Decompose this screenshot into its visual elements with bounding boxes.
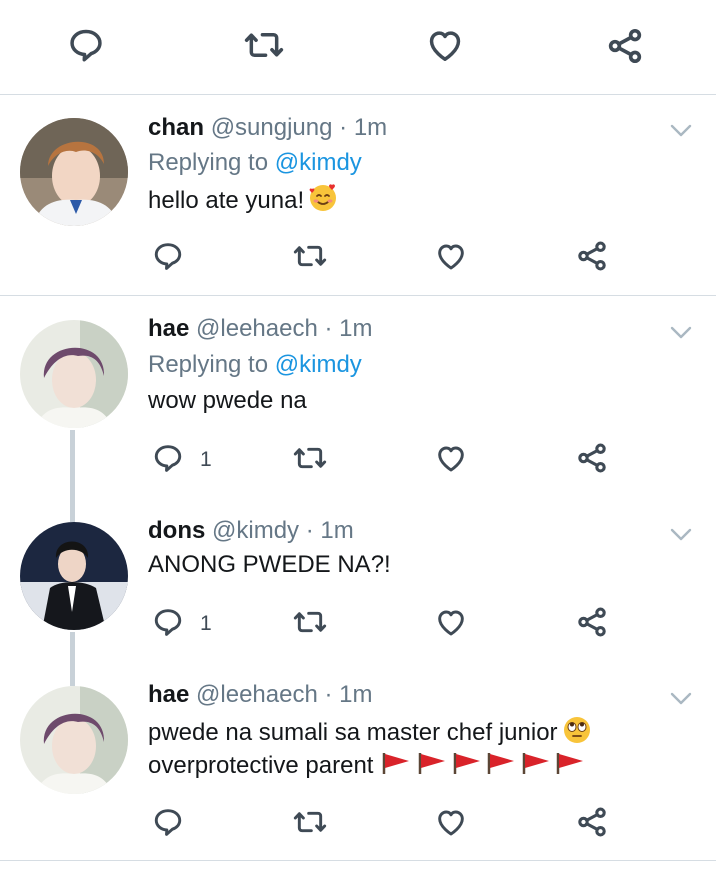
chevron-down-icon[interactable] xyxy=(668,322,694,342)
tweet-text-line-2: overprotective parent xyxy=(148,750,589,783)
avatar-chan[interactable] xyxy=(20,118,128,226)
mention-link[interactable]: @kimdy xyxy=(275,149,362,176)
reply-count: 1 xyxy=(200,448,212,471)
tweet-header-dons: dons @kimdy · 1m xyxy=(148,517,354,545)
thread-line xyxy=(70,632,75,686)
retweet-icon[interactable] xyxy=(292,240,328,272)
share-icon[interactable] xyxy=(575,605,609,639)
handle[interactable]: @leehaech xyxy=(196,315,318,342)
timestamp[interactable]: 1m xyxy=(320,517,353,544)
tweet-header-chan: chan @sungjung · 1m xyxy=(148,114,387,142)
tweet-text: ANONG PWEDE NA?! xyxy=(148,551,391,578)
separator: · xyxy=(324,681,333,708)
top-retweet-icon[interactable] xyxy=(243,26,285,64)
like-icon[interactable] xyxy=(434,606,468,638)
tweet-text-line-1: pwede na sumali sa master chef junior xyxy=(148,715,592,752)
retweet-icon[interactable] xyxy=(292,806,328,838)
red-flag-icon xyxy=(523,753,550,774)
chevron-down-icon[interactable] xyxy=(668,524,694,544)
red-flag-icon xyxy=(488,753,515,774)
mention-link[interactable]: @kimdy xyxy=(275,351,362,378)
red-flag-icon xyxy=(419,753,446,774)
like-icon[interactable] xyxy=(434,442,468,474)
like-icon[interactable] xyxy=(434,240,468,272)
avatar-hae[interactable] xyxy=(20,686,128,794)
replying-prefix: Replying to xyxy=(148,351,269,378)
share-icon[interactable] xyxy=(575,805,609,839)
red-flag-icon xyxy=(454,753,481,774)
display-name[interactable]: dons xyxy=(148,517,205,544)
timestamp[interactable]: 1m xyxy=(339,315,372,342)
tweet-header-hae: hae @leehaech · 1m xyxy=(148,681,373,709)
timestamp[interactable]: 1m xyxy=(354,114,387,141)
handle[interactable]: @leehaech xyxy=(196,681,318,708)
divider-bottom xyxy=(0,860,716,861)
tweet-text: hello ate yuna! xyxy=(148,183,338,220)
tweet-text-content: overprotective parent xyxy=(148,752,374,779)
replying-to: Replying to @kimdy xyxy=(148,149,362,177)
top-reply-icon[interactable] xyxy=(67,26,105,64)
red-flag-icon xyxy=(383,753,410,774)
display-name[interactable]: hae xyxy=(148,681,189,708)
display-name[interactable]: chan xyxy=(148,114,204,141)
retweet-icon[interactable] xyxy=(292,442,328,474)
top-share-icon[interactable] xyxy=(605,26,645,66)
chevron-down-icon[interactable] xyxy=(668,120,694,140)
top-like-icon[interactable] xyxy=(425,26,465,64)
tweet-text: wow pwede na xyxy=(148,387,307,414)
handle[interactable]: @kimdy xyxy=(212,517,299,544)
separator: · xyxy=(324,315,333,342)
divider-1 xyxy=(0,295,716,296)
reply-icon[interactable] xyxy=(152,442,184,474)
thread-line xyxy=(70,430,75,522)
tweet-text-content: hello ate yuna! xyxy=(148,187,305,214)
handle[interactable]: @sungjung xyxy=(211,114,333,141)
share-icon[interactable] xyxy=(575,239,609,273)
share-icon[interactable] xyxy=(575,441,609,475)
reply-icon[interactable] xyxy=(152,606,184,638)
avatar-hae[interactable] xyxy=(20,320,128,428)
face-with-rolling-eyes-icon xyxy=(562,715,592,752)
separator: · xyxy=(339,114,348,141)
red-flag-icons xyxy=(381,750,589,783)
timestamp[interactable]: 1m xyxy=(339,681,372,708)
replying-to: Replying to @kimdy xyxy=(148,351,362,379)
tweet-header-hae: hae @leehaech · 1m xyxy=(148,315,373,343)
separator: · xyxy=(305,517,314,544)
reply-icon[interactable] xyxy=(152,806,184,838)
avatar-dons[interactable] xyxy=(20,522,128,630)
smiling-face-with-hearts-icon xyxy=(308,183,338,220)
divider-top xyxy=(0,94,716,95)
retweet-icon[interactable] xyxy=(292,606,328,638)
reply-icon[interactable] xyxy=(152,240,184,272)
display-name[interactable]: hae xyxy=(148,315,189,342)
tweet-text-content: pwede na sumali sa master chef junior xyxy=(148,719,558,746)
like-icon[interactable] xyxy=(434,806,468,838)
red-flag-icon xyxy=(557,753,584,774)
reply-count: 1 xyxy=(200,612,212,635)
chevron-down-icon[interactable] xyxy=(668,688,694,708)
replying-prefix: Replying to xyxy=(148,149,269,176)
